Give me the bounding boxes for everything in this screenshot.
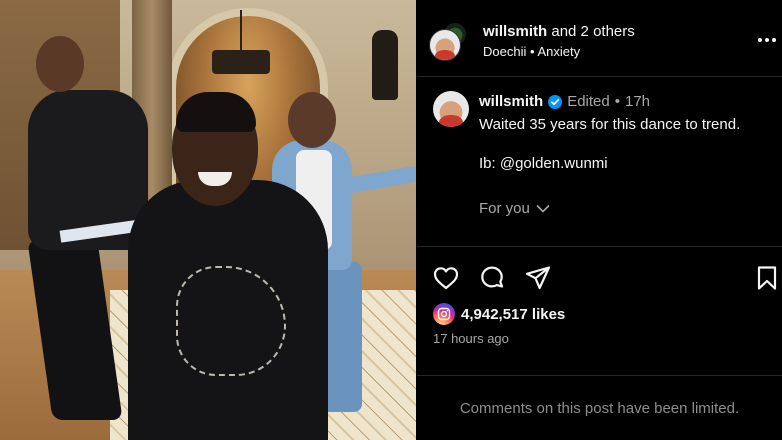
header-divider bbox=[417, 76, 782, 77]
post-media[interactable] bbox=[0, 0, 416, 440]
caption-credit: Ib: @golden.wunmi bbox=[479, 155, 608, 172]
header-authors: willsmith and 2 others bbox=[483, 23, 635, 40]
header-audio: Doechii • Anxiety bbox=[483, 44, 580, 59]
header-author-link[interactable]: willsmith bbox=[483, 23, 547, 40]
more-horizontal-icon bbox=[758, 38, 776, 42]
comment-icon[interactable] bbox=[478, 264, 506, 292]
more-options-button[interactable] bbox=[757, 32, 777, 43]
caption-username-link[interactable]: willsmith bbox=[479, 93, 543, 110]
dancer-left-head bbox=[36, 36, 84, 92]
caption-avatar[interactable] bbox=[433, 91, 469, 127]
for-you-button[interactable]: For you bbox=[479, 200, 550, 217]
likes-count[interactable]: 4,942,517 likes bbox=[461, 306, 565, 323]
caption-dot: • bbox=[614, 93, 620, 110]
caption-age[interactable]: 17h bbox=[625, 93, 650, 110]
audio-artist-link[interactable]: Doechii bbox=[483, 44, 526, 59]
author-avatar[interactable] bbox=[429, 29, 461, 61]
comments-divider bbox=[417, 375, 782, 376]
caption-divider bbox=[417, 246, 782, 247]
send-icon[interactable] bbox=[524, 264, 552, 292]
post-timestamp[interactable]: 17 hours ago bbox=[433, 331, 509, 346]
media-wall-decor bbox=[372, 30, 398, 100]
caption-text: Waited 35 years for this dance to trend. bbox=[479, 116, 741, 133]
verified-badge-icon bbox=[548, 94, 563, 109]
instagram-badge-icon bbox=[433, 303, 455, 325]
bookmark-icon[interactable] bbox=[753, 264, 781, 292]
audio-track-link[interactable]: Anxiety bbox=[537, 44, 580, 59]
for-you-label: For you bbox=[479, 200, 530, 217]
likes-row: 4,942,517 likes bbox=[433, 303, 565, 325]
dancer-right-head bbox=[288, 92, 336, 148]
heart-icon[interactable] bbox=[432, 264, 460, 292]
edited-label: Edited bbox=[567, 93, 610, 110]
chevron-down-icon bbox=[536, 204, 550, 213]
audio-separator: • bbox=[529, 44, 535, 59]
media-chandelier bbox=[212, 10, 270, 74]
caption-header: willsmith Edited • 17h bbox=[479, 93, 650, 110]
post-panel: willsmith and 2 others Doechii • Anxiety… bbox=[417, 0, 782, 440]
header-collab-link[interactable]: and 2 others bbox=[551, 23, 634, 40]
comments-limited-notice: Comments on this post have been limited. bbox=[459, 400, 740, 417]
